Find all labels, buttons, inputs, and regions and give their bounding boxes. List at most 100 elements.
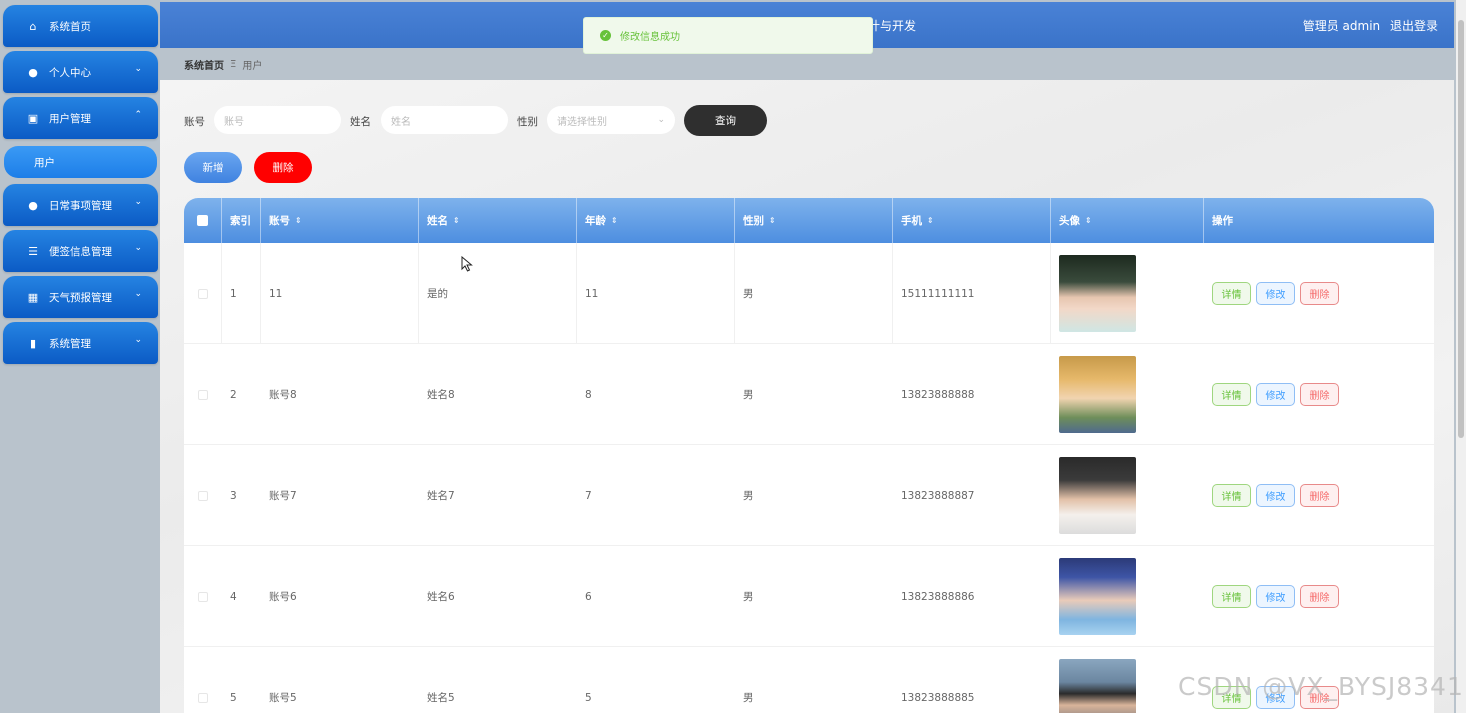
admin-label: 管理员 admin — [1302, 19, 1381, 33]
header-avatar[interactable]: 头像 ⇕ — [1051, 198, 1204, 243]
detail-button[interactable]: 详情 — [1212, 383, 1251, 406]
sort-icon[interactable]: ⇕ — [453, 216, 460, 225]
sidebar-item-user-management[interactable]: ▣ 用户管理 ⌃ — [3, 97, 158, 139]
cell-account: 账号6 — [269, 591, 297, 603]
cell-index: 5 — [230, 691, 237, 704]
gender-label: 性别 — [517, 116, 538, 128]
header-age[interactable]: 年龄 ⇕ — [577, 198, 735, 243]
sort-icon[interactable]: ⇕ — [927, 216, 934, 225]
cell-account: 账号8 — [269, 389, 297, 401]
avatar[interactable] — [1059, 255, 1136, 332]
cell-name: 姓名7 — [427, 490, 455, 502]
row-checkbox[interactable] — [197, 288, 208, 299]
delete-button[interactable]: 删除 — [1300, 383, 1339, 406]
header-phone[interactable]: 手机 ⇕ — [893, 198, 1051, 243]
gender-select[interactable]: 请选择性别 ⌄ — [547, 106, 675, 134]
chevron-down-icon: ⌄ — [134, 243, 142, 253]
breadcrumb-current: 用户 — [242, 60, 263, 72]
sidebar-item-notes[interactable]: ☰ 便签信息管理 ⌄ — [3, 230, 158, 272]
breadcrumb-home[interactable]: 系统首页 — [184, 57, 224, 72]
cell-name: 姓名8 — [427, 389, 455, 401]
row-checkbox[interactable] — [198, 389, 208, 400]
bar-chart-icon: ▮ — [29, 336, 37, 350]
edit-button[interactable]: 修改 — [1256, 383, 1295, 406]
cell-phone: 13823888885 — [901, 691, 975, 704]
sort-icon[interactable]: ⇕ — [611, 216, 618, 225]
detail-button[interactable]: 详情 — [1212, 484, 1251, 507]
avatar[interactable] — [1059, 457, 1136, 534]
table-row: 2 账号8 姓名8 8 男 13823888888 详情 修改 删除 — [184, 344, 1434, 445]
toast-message: 修改信息成功 — [620, 32, 680, 43]
account-label: 账号 — [184, 116, 205, 128]
row-checkbox[interactable] — [198, 490, 208, 501]
sort-icon[interactable]: ⇕ — [295, 216, 302, 225]
row-checkbox[interactable] — [198, 692, 208, 703]
cell-age: 6 — [585, 590, 592, 603]
sort-icon[interactable]: ⇕ — [1085, 216, 1092, 225]
edit-button[interactable]: 修改 — [1256, 585, 1295, 608]
chevron-down-icon: ⌄ — [134, 64, 142, 74]
main-content: 账号 账号 姓名 姓名 性别 请选择性别 ⌄ 查询 新增 删除 索引 账号 ⇕ 姓… — [160, 80, 1454, 713]
edit-button[interactable]: 修改 — [1256, 282, 1295, 305]
app-title: 计与开发 — [868, 19, 917, 33]
sidebar-item-daily-matters[interactable]: ● 日常事项管理 ⌄ — [3, 184, 158, 226]
chevron-down-icon: ⌄ — [134, 289, 142, 299]
cell-phone: 13823888888 — [901, 388, 975, 401]
logout-link[interactable]: 退出登录 — [1390, 19, 1438, 33]
check-circle-icon: ✓ — [600, 30, 611, 41]
delete-button[interactable]: 删除 — [1300, 585, 1339, 608]
row-checkbox[interactable] — [198, 591, 208, 602]
add-button[interactable]: 新增 — [184, 152, 242, 183]
cell-phone: 15111111111 — [893, 243, 1051, 344]
detail-button[interactable]: 详情 — [1212, 585, 1251, 608]
sidebar-item-weather[interactable]: ▦ 天气预报管理 ⌄ — [3, 276, 158, 318]
avatar[interactable] — [1059, 659, 1136, 713]
cell-avatar — [1051, 344, 1204, 445]
sidebar-item-label: 系统管理 — [49, 337, 91, 350]
select-all-checkbox[interactable] — [197, 215, 208, 226]
cell-name: 姓名6 — [427, 591, 455, 603]
sidebar: ⌂ 系统首页 ● 个人中心 ⌄ ▣ 用户管理 ⌃ 用户 ● 日常事项管理 ⌄ ☰… — [0, 0, 160, 713]
header-name[interactable]: 姓名 ⇕ — [419, 198, 577, 243]
cell-index: 4 — [230, 590, 237, 603]
sidebar-item-home[interactable]: ⌂ 系统首页 — [3, 5, 158, 47]
account-input[interactable]: 账号 — [214, 106, 341, 134]
header-gender[interactable]: 性别 ⇕ — [735, 198, 893, 243]
detail-button[interactable]: 详情 — [1212, 282, 1251, 305]
sidebar-item-label: 个人中心 — [49, 66, 91, 79]
sidebar-item-personal-center[interactable]: ● 个人中心 ⌄ — [3, 51, 158, 93]
cell-name: 姓名5 — [427, 692, 455, 704]
batch-delete-button[interactable]: 删除 — [254, 152, 312, 183]
grid-icon: ▦ — [27, 290, 39, 304]
page-scrollbar[interactable] — [1456, 0, 1466, 713]
header-account[interactable]: 账号 ⇕ — [261, 198, 419, 243]
table-row: 4 账号6 姓名6 6 男 13823888886 详情 修改 删除 — [184, 546, 1434, 647]
query-button[interactable]: 查询 — [684, 105, 767, 136]
cell-gender: 男 — [743, 490, 754, 502]
chevron-up-icon: ⌃ — [134, 110, 142, 120]
table-header: 索引 账号 ⇕ 姓名 ⇕ 年龄 ⇕ 性别 ⇕ 手机 ⇕ 头像 ⇕ 操作 — [184, 198, 1434, 243]
header-actions: 操作 — [1212, 215, 1233, 227]
table-row: 3 账号7 姓名7 7 男 13823888887 详情 修改 删除 — [184, 445, 1434, 546]
name-input[interactable]: 姓名 — [381, 106, 508, 134]
cell-account: 账号7 — [269, 490, 297, 502]
avatar[interactable] — [1059, 356, 1136, 433]
cell-age: 11 — [577, 243, 735, 344]
user-icon: ● — [28, 198, 38, 212]
select-all-cell — [184, 198, 222, 243]
delete-button[interactable]: 删除 — [1300, 282, 1339, 305]
sidebar-subitem-user[interactable]: 用户 — [4, 146, 157, 178]
sort-icon[interactable]: ⇕ — [769, 216, 776, 225]
edit-button[interactable]: 修改 — [1256, 484, 1295, 507]
row-select-cell — [184, 243, 222, 344]
delete-button[interactable]: 删除 — [1300, 484, 1339, 507]
name-placeholder: 姓名 — [391, 116, 411, 128]
cell-phone: 13823888886 — [901, 590, 975, 603]
table-row: 1 11 是的 11 男 15111111111 详情 修改 删除 — [184, 243, 1434, 344]
sidebar-item-system[interactable]: ▮ 系统管理 ⌄ — [3, 322, 158, 364]
scrollbar-thumb[interactable] — [1458, 20, 1464, 438]
cell-name: 是的 — [419, 243, 577, 344]
cell-account: 11 — [261, 243, 419, 344]
avatar[interactable] — [1059, 558, 1136, 635]
cell-actions: 详情 修改 删除 — [1204, 546, 1434, 647]
